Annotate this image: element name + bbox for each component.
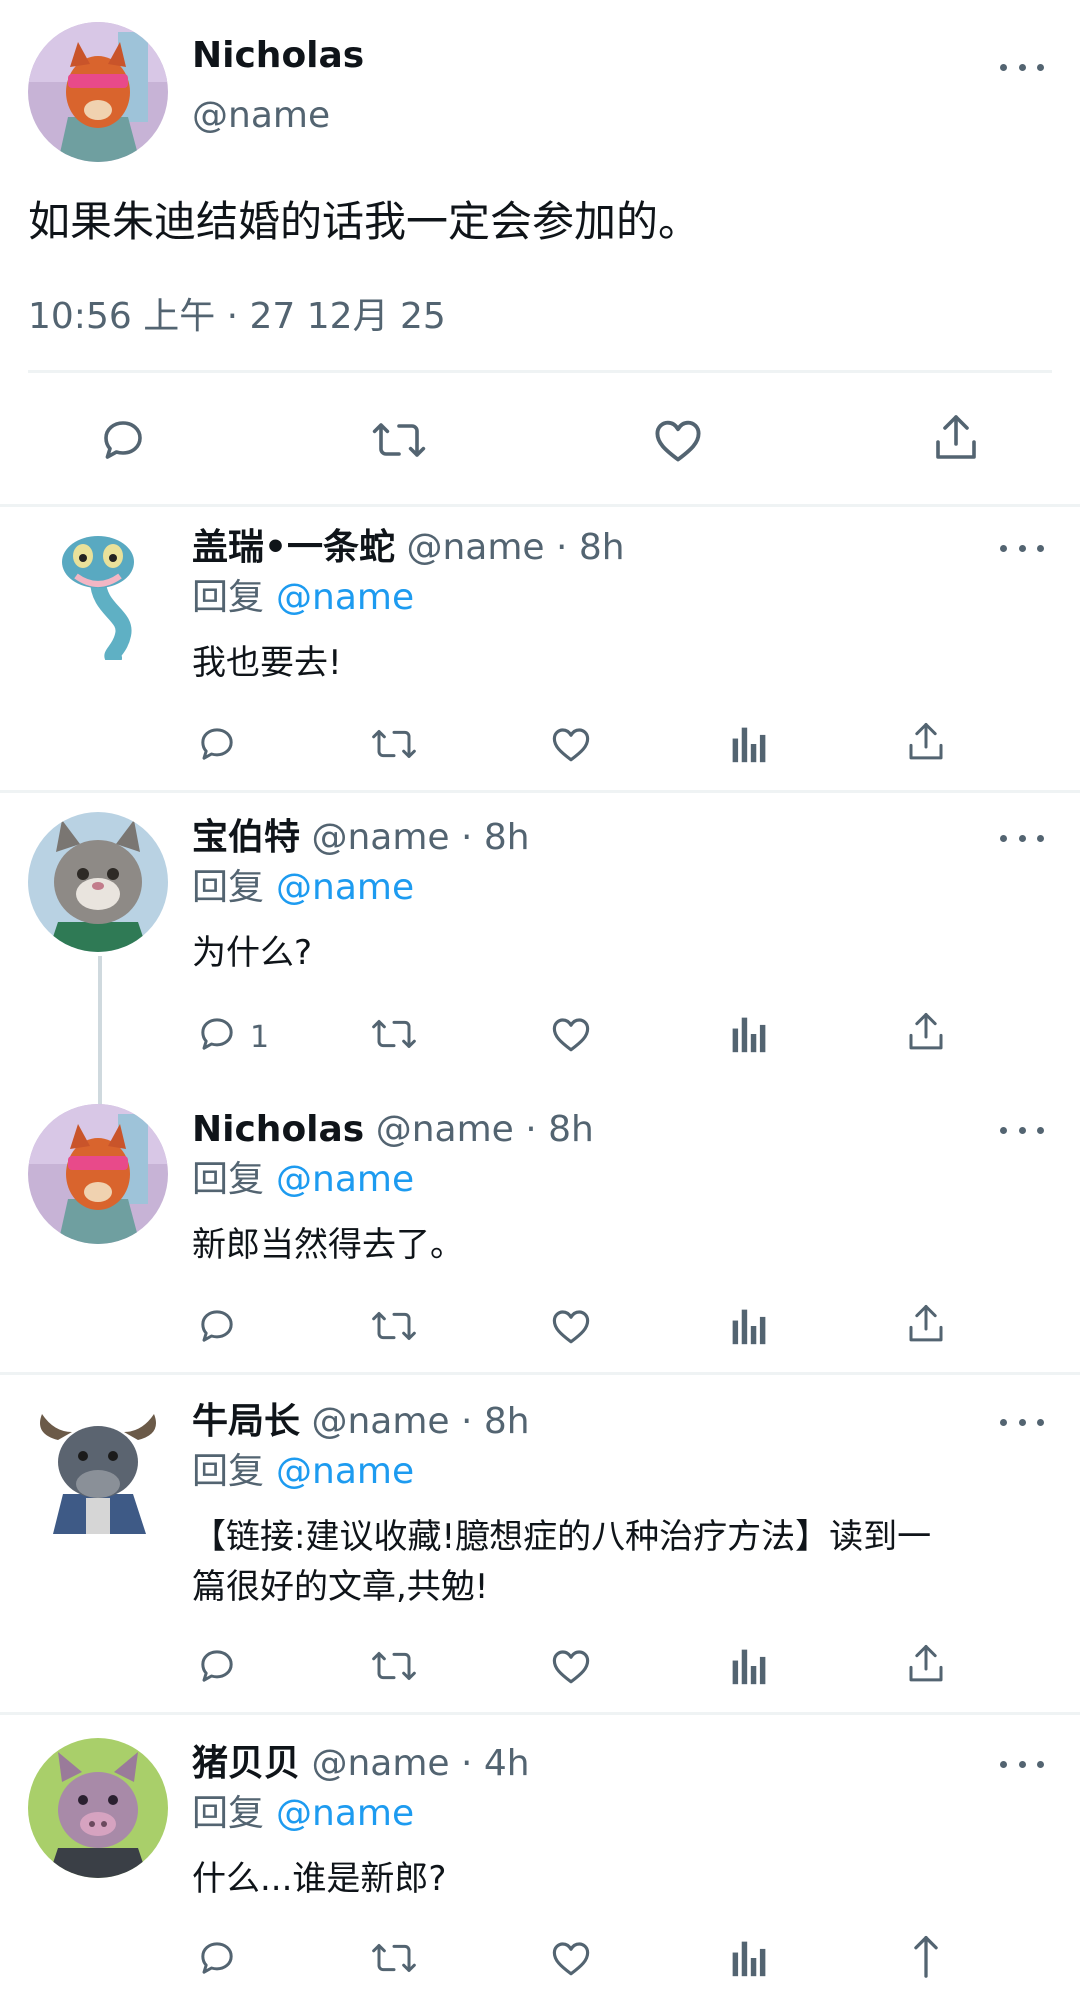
main-reply-icon[interactable]	[98, 416, 148, 464]
reply-meta: @name · 8h	[406, 527, 625, 568]
author-handle[interactable]: @name	[192, 94, 330, 138]
replying-to: 回复 @name	[192, 1158, 414, 1202]
mention-link[interactable]: @name	[276, 1159, 414, 1200]
reply-header: 猪贝贝 @name · 4h	[192, 1742, 530, 1786]
reply-text-line-1: 【链接:建议收藏!臆想症的八种治疗方法】读到一	[192, 1517, 932, 1557]
avatar-pig[interactable]	[28, 1738, 168, 1878]
reply-text: 为什么?	[192, 933, 313, 973]
avatar-gary[interactable]	[28, 520, 168, 660]
replying-to: 回复 @name	[192, 1450, 414, 1494]
reply-icon[interactable]	[196, 1646, 238, 1686]
share-icon[interactable]	[906, 1642, 946, 1686]
reply-header: 牛局长 @name · 8h	[192, 1400, 530, 1444]
like-icon[interactable]	[550, 724, 592, 764]
reply-label: 回复	[192, 867, 265, 908]
more-options-icon[interactable]	[1000, 1754, 1044, 1774]
more-options-icon[interactable]	[1000, 57, 1044, 77]
reply-text-line-2: 篇很好的文章,共勉!	[192, 1567, 489, 1607]
more-options-icon[interactable]	[1000, 1412, 1044, 1432]
replying-to: 回复 @name	[192, 576, 414, 620]
retweet-icon[interactable]	[370, 1938, 418, 1978]
retweet-icon[interactable]	[370, 1014, 418, 1054]
reply-author-name[interactable]: 宝伯特	[192, 817, 300, 858]
views-icon[interactable]	[730, 724, 768, 764]
reply-meta: @name · 8h	[375, 1109, 594, 1150]
reply-meta: @name · 8h	[311, 1401, 530, 1442]
share-icon[interactable]	[906, 1302, 946, 1346]
reply-text: 新郎当然得去了。	[192, 1225, 464, 1265]
views-icon[interactable]	[730, 1938, 768, 1978]
reply-header: Nicholas @name · 8h	[192, 1108, 594, 1152]
reply-icon[interactable]	[196, 1938, 238, 1978]
reply-label: 回复	[192, 1451, 265, 1492]
reply-header: 宝伯特 @name · 8h	[192, 816, 530, 860]
reply-header: 盖瑞•一条蛇 @name · 8h	[192, 526, 625, 570]
more-options-icon[interactable]	[1000, 1120, 1044, 1140]
views-icon[interactable]	[730, 1646, 768, 1686]
reply-meta: @name · 8h	[311, 817, 530, 858]
stats-divider	[28, 370, 1052, 373]
mention-link[interactable]: @name	[276, 1451, 414, 1492]
retweet-icon[interactable]	[370, 724, 418, 764]
share-icon[interactable]	[906, 720, 946, 764]
share-icon[interactable]	[906, 1010, 946, 1054]
divider	[0, 1712, 1080, 1715]
reply-icon[interactable]	[196, 724, 238, 764]
avatar-bobert[interactable]	[28, 812, 168, 952]
divider	[0, 1372, 1080, 1375]
reply-icon[interactable]	[196, 1306, 238, 1346]
avatar-chief-bogo[interactable]	[28, 1394, 168, 1534]
more-options-icon[interactable]	[1000, 538, 1044, 558]
more-options-icon[interactable]	[1000, 828, 1044, 848]
reply-count: 1	[250, 1020, 270, 1055]
main-like-icon[interactable]	[652, 416, 704, 464]
replying-to: 回复 @name	[192, 866, 414, 910]
like-icon[interactable]	[550, 1646, 592, 1686]
mention-link[interactable]: @name	[276, 867, 414, 908]
reply-text: 我也要去!	[192, 643, 342, 683]
like-icon[interactable]	[550, 1938, 592, 1978]
tweet-text: 如果朱迪结婚的话我一定会参加的。	[28, 197, 701, 246]
reply-author-name[interactable]: 猪贝贝	[192, 1743, 300, 1784]
mention-link[interactable]: @name	[276, 1793, 414, 1834]
like-icon[interactable]	[550, 1306, 592, 1346]
retweet-icon[interactable]	[370, 1306, 418, 1346]
main-share-icon[interactable]	[932, 412, 980, 464]
like-icon[interactable]	[550, 1014, 592, 1054]
mention-link[interactable]: @name	[276, 577, 414, 618]
reply-label: 回复	[192, 577, 265, 618]
reply-label: 回复	[192, 1793, 265, 1834]
share-arrow-icon[interactable]	[910, 1934, 942, 1978]
reply-author-name[interactable]: 牛局长	[192, 1401, 300, 1442]
avatar-nicholas[interactable]	[28, 1104, 168, 1244]
reply-text: 什么...谁是新郎?	[192, 1859, 447, 1899]
replying-to: 回复 @name	[192, 1792, 414, 1836]
divider	[0, 504, 1080, 507]
tweet-timestamp[interactable]: 10:56 上午 · 27 12月 25	[28, 294, 446, 340]
main-retweet-icon[interactable]	[370, 416, 428, 464]
thread-connector	[98, 956, 102, 1106]
reply-author-name[interactable]: 盖瑞•一条蛇	[192, 527, 395, 568]
reply-label: 回复	[192, 1159, 265, 1200]
avatar-nicholas[interactable]	[28, 22, 168, 162]
reply-author-name[interactable]: Nicholas	[192, 1109, 364, 1150]
retweet-icon[interactable]	[370, 1646, 418, 1686]
reply-meta: @name · 4h	[311, 1743, 530, 1784]
views-icon[interactable]	[730, 1306, 768, 1346]
reply-icon[interactable]	[196, 1014, 238, 1054]
views-icon[interactable]	[730, 1014, 768, 1054]
divider	[0, 790, 1080, 793]
author-name[interactable]: Nicholas	[192, 34, 364, 78]
